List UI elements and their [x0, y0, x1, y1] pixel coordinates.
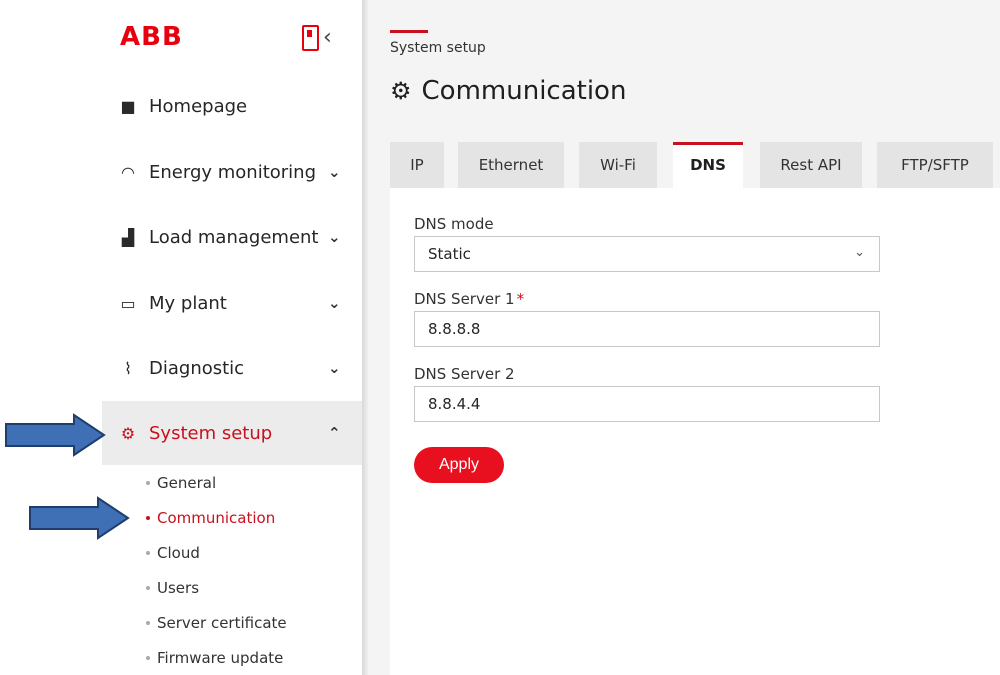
sub-item-label: Server certificate [157, 614, 287, 632]
sidebar-item-label: Load management [149, 226, 319, 248]
sub-item-cloud[interactable]: Cloud [146, 538, 200, 568]
chevron-left-icon: ‹ [323, 25, 332, 50]
dns-mode-value: Static [428, 245, 471, 263]
sidebar-item-label: System setup [149, 422, 273, 444]
sidebar-item-homepage[interactable]: ■ Homepage [102, 74, 362, 138]
chevron-down-icon: ⌄ [854, 245, 865, 260]
dns-server2-value: 8.8.4.4 [428, 395, 481, 413]
sidebar-item-diagnostic[interactable]: ⌇ Diagnostic ⌄ [102, 336, 362, 400]
bullet-icon [146, 621, 150, 625]
tab-dns[interactable]: DNS [673, 142, 743, 188]
tab-ftp-sftp[interactable]: FTP/SFTP [877, 142, 993, 188]
gear-icon: ⚙ [390, 77, 412, 105]
bullet-icon [146, 586, 150, 590]
pulse-icon: ⌇ [124, 358, 132, 378]
sidebar-item-energy-monitoring[interactable]: ◠ Energy monitoring ⌄ [102, 140, 362, 204]
chevron-down-icon: ⌄ [328, 228, 341, 246]
chevron-up-icon: ⌃ [328, 424, 341, 442]
sub-item-server-certificate[interactable]: Server certificate [146, 608, 287, 638]
tab-rest-api[interactable]: Rest API [760, 142, 862, 188]
sidebar-item-label: Energy monitoring [149, 161, 317, 183]
sidebar-item-label: Diagnostic [149, 357, 245, 379]
home-icon: ■ [120, 96, 136, 116]
dns-server2-input[interactable]: 8.8.4.4 [414, 386, 880, 422]
dns-settings-panel: DNS mode Static ⌄ DNS Server 1 * 8.8.8.8 … [390, 188, 1000, 675]
sub-item-communication[interactable]: Communication [146, 503, 275, 533]
sub-item-label: Users [157, 579, 200, 597]
sidebar-item-system-setup[interactable]: ⚙ System setup ⌃ [102, 401, 362, 465]
dns-server2-label: DNS Server 2 [414, 365, 515, 383]
annotation-arrow-icon [29, 496, 130, 540]
sub-item-users[interactable]: Users [146, 573, 199, 603]
sidebar: ABB ‹ ■ Homepage ◠ Energy monitoring ⌄ ▟… [102, 0, 362, 675]
sub-item-label: General [157, 474, 217, 492]
dns-server1-input[interactable]: 8.8.8.8 [414, 311, 880, 347]
dns-mode-select[interactable]: Static ⌄ [414, 236, 880, 272]
annotation-arrow-icon [5, 413, 106, 457]
chevron-down-icon: ⌄ [328, 359, 341, 377]
sub-item-label: Cloud [157, 544, 200, 562]
devices-icon: ▭ [120, 293, 136, 313]
sidebar-item-my-plant[interactable]: ▭ My plant ⌄ [102, 271, 362, 335]
title-accent-bar [390, 30, 428, 33]
collapse-sidebar-button[interactable]: ‹ [302, 22, 342, 54]
bullet-icon [146, 516, 150, 520]
bullet-icon [146, 481, 150, 485]
sub-item-firmware-update[interactable]: Firmware update [146, 643, 283, 673]
device-icon [302, 25, 319, 51]
main-content: System setup ⚙ Communication IP Ethernet… [368, 0, 1000, 675]
gauge-icon: ◠ [121, 162, 135, 182]
required-marker: * [516, 290, 525, 308]
tab-wifi[interactable]: Wi-Fi [579, 142, 657, 188]
sidebar-item-label: My plant [149, 292, 227, 314]
bar-chart-icon: ▟ [121, 227, 135, 247]
tab-ethernet[interactable]: Ethernet [458, 142, 564, 188]
gear-icon: ⚙ [120, 423, 136, 443]
page-title: ⚙ Communication [390, 76, 626, 106]
abb-logo: ABB [120, 22, 183, 52]
sub-item-label: Communication [157, 509, 276, 527]
sub-item-general[interactable]: General [146, 468, 216, 498]
sidebar-item-label: Homepage [149, 95, 248, 117]
page-title-text: Communication [421, 76, 627, 106]
bullet-icon [146, 656, 150, 660]
apply-button[interactable]: Apply [414, 447, 504, 483]
dns-mode-label: DNS mode [414, 215, 494, 233]
chevron-down-icon: ⌄ [328, 163, 341, 181]
sub-item-label: Firmware update [157, 649, 284, 667]
dns-server1-label: DNS Server 1 * [414, 290, 524, 308]
tab-ip[interactable]: IP [390, 142, 444, 188]
sidebar-item-load-management[interactable]: ▟ Load management ⌄ [102, 205, 362, 269]
dns-server1-label-text: DNS Server 1 [414, 290, 515, 308]
breadcrumb: System setup [390, 40, 486, 56]
bullet-icon [146, 551, 150, 555]
dns-server1-value: 8.8.8.8 [428, 320, 481, 338]
chevron-down-icon: ⌄ [328, 294, 341, 312]
